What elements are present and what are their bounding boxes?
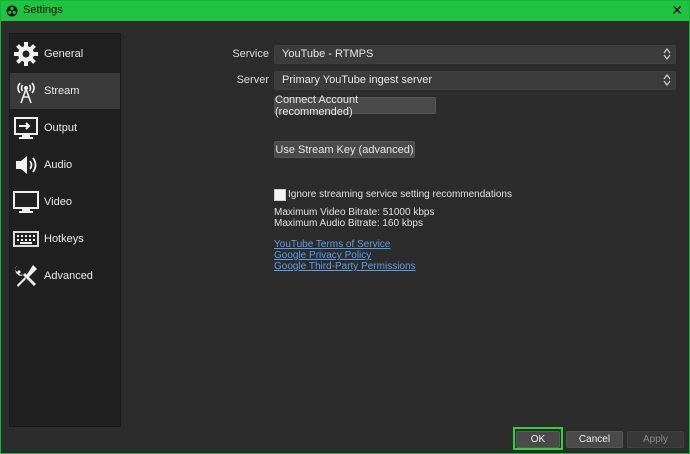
updown-arrows-icon [663, 48, 671, 60]
connect-account-button[interactable]: Connect Account (recommended) [274, 94, 436, 118]
close-icon[interactable]: ✕ [671, 2, 683, 18]
gear-icon [14, 42, 38, 66]
youtube-terms-link[interactable]: YouTube Terms of Service [274, 239, 390, 250]
max-video-bitrate-text: Maximum Video Bitrate: 51000 kbps [274, 207, 435, 218]
sidebar-item-label: Audio [44, 159, 73, 171]
antenna-icon [17, 82, 35, 104]
cancel-button[interactable]: Cancel [566, 431, 623, 448]
sidebar-item-advanced[interactable]: Advanced [10, 258, 120, 294]
keyboard-icon [13, 231, 39, 247]
settings-sidebar: General Stream Output Audio Video Hotkey… [9, 33, 121, 427]
sidebar-item-label: Hotkeys [44, 233, 84, 245]
google-permissions-link[interactable]: Google Third-Party Permissions [274, 261, 416, 272]
server-select[interactable]: Primary YouTube ingest server [274, 71, 676, 90]
apply-button[interactable]: Apply [627, 431, 684, 448]
sidebar-item-label: Advanced [44, 270, 93, 282]
title-bar: Settings ✕ [1, 1, 689, 21]
service-label: Service [232, 48, 269, 60]
sidebar-item-general[interactable]: General [10, 36, 120, 72]
wrench-screwdriver-icon [15, 265, 37, 287]
ignore-recommendations-label: Ignore streaming service setting recomme… [288, 189, 512, 200]
window-title: Settings [23, 4, 63, 16]
sidebar-item-stream[interactable]: Stream [10, 73, 120, 109]
sidebar-item-output[interactable]: Output [10, 110, 120, 146]
output-icon [14, 117, 38, 139]
sidebar-item-label: Output [44, 122, 78, 134]
updown-arrows-icon [663, 74, 671, 86]
sidebar-item-audio[interactable]: Audio [10, 147, 120, 183]
settings-window: Settings ✕ General Stream Output Audio V… [0, 0, 690, 454]
ok-button[interactable]: OK [516, 431, 560, 448]
speaker-icon [16, 156, 37, 174]
use-stream-key-button[interactable]: Use Stream Key (advanced) [274, 141, 415, 158]
service-select[interactable]: YouTube - RTMPS [274, 45, 676, 64]
max-audio-bitrate-text: Maximum Audio Bitrate: 160 kbps [274, 218, 423, 229]
server-label: Server [236, 74, 269, 86]
sidebar-item-label: Video [44, 196, 72, 208]
google-privacy-link[interactable]: Google Privacy Policy [274, 250, 371, 261]
sidebar-item-label: Stream [44, 85, 80, 97]
sidebar-item-label: General [44, 48, 84, 60]
service-select-value: YouTube - RTMPS [282, 48, 374, 60]
sidebar-item-video[interactable]: Video [10, 184, 120, 220]
monitor-icon [13, 191, 39, 213]
ignore-recommendations-checkbox[interactable] [274, 189, 286, 201]
server-select-value: Primary YouTube ingest server [282, 74, 432, 86]
sidebar-item-hotkeys[interactable]: Hotkeys [10, 221, 120, 257]
obs-logo-icon [6, 5, 18, 17]
